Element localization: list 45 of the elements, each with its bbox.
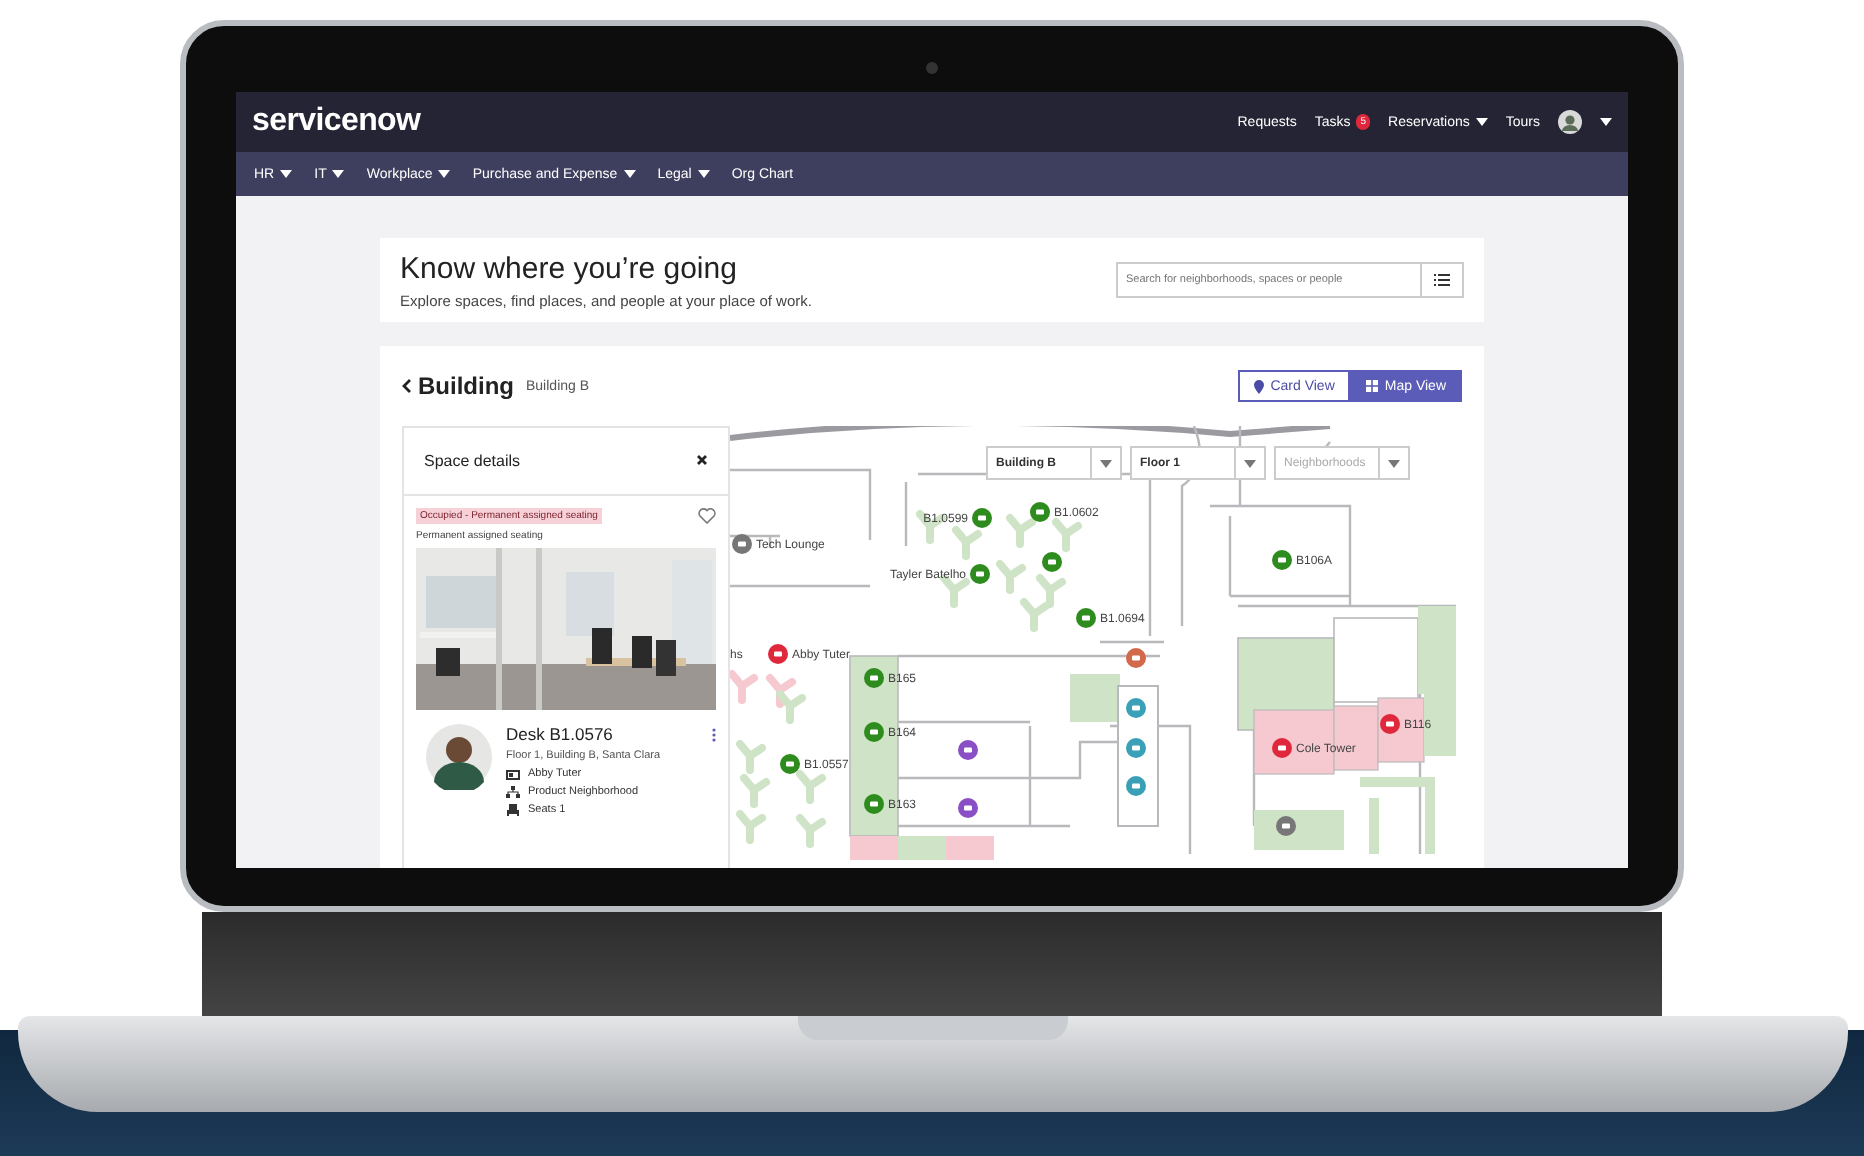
map-pin[interactable] [1380, 714, 1400, 734]
map-pin[interactable] [1126, 776, 1146, 796]
map-pin[interactable] [1272, 550, 1292, 570]
caret-icon [1388, 459, 1400, 467]
map-pin[interactable] [958, 740, 978, 760]
heart-icon[interactable] [698, 508, 716, 524]
list-icon [1434, 274, 1450, 286]
hierarchy-icon [506, 786, 520, 798]
avatar-icon[interactable] [1558, 110, 1582, 134]
map-pin[interactable] [1076, 608, 1096, 628]
grid-icon [1366, 380, 1379, 392]
list-button[interactable] [1420, 262, 1464, 298]
map-pin[interactable] [1272, 738, 1292, 758]
close-icon [696, 454, 708, 466]
caret-icon [1244, 459, 1256, 467]
logo[interactable]: servicenow [252, 104, 421, 140]
seat-icon [506, 804, 520, 816]
map-pin[interactable] [1126, 698, 1146, 718]
caret-icon [1100, 459, 1112, 467]
map-pin[interactable] [732, 534, 752, 554]
avatar-icon [426, 724, 492, 790]
caret-icon [1600, 118, 1612, 126]
map-pin[interactable] [1030, 502, 1050, 522]
map-pin[interactable] [1126, 648, 1146, 668]
map-pin[interactable] [970, 564, 990, 584]
map-pin[interactable] [972, 508, 992, 528]
map-pin[interactable] [864, 794, 884, 814]
map-pin[interactable] [1126, 738, 1146, 758]
map-pin[interactable] [864, 722, 884, 742]
map-pin[interactable] [864, 668, 884, 688]
map-pin[interactable] [958, 798, 978, 818]
map-pin[interactable] [1042, 552, 1062, 572]
id-card-icon [506, 769, 520, 779]
location-pin-icon [1254, 379, 1265, 393]
panel-title: Space details [424, 452, 521, 470]
back-link[interactable]: Building [402, 372, 514, 400]
rooms-drawing [850, 836, 994, 860]
camera-icon [926, 62, 938, 74]
back-icon [402, 378, 412, 394]
map-pin[interactable] [1276, 816, 1296, 836]
desk-name: Desk B1.0576 [506, 724, 613, 744]
map-pin[interactable] [780, 754, 800, 774]
caret-icon [1475, 118, 1488, 126]
page-title: Know where you’re going [400, 251, 739, 285]
map-pin[interactable] [768, 644, 788, 664]
